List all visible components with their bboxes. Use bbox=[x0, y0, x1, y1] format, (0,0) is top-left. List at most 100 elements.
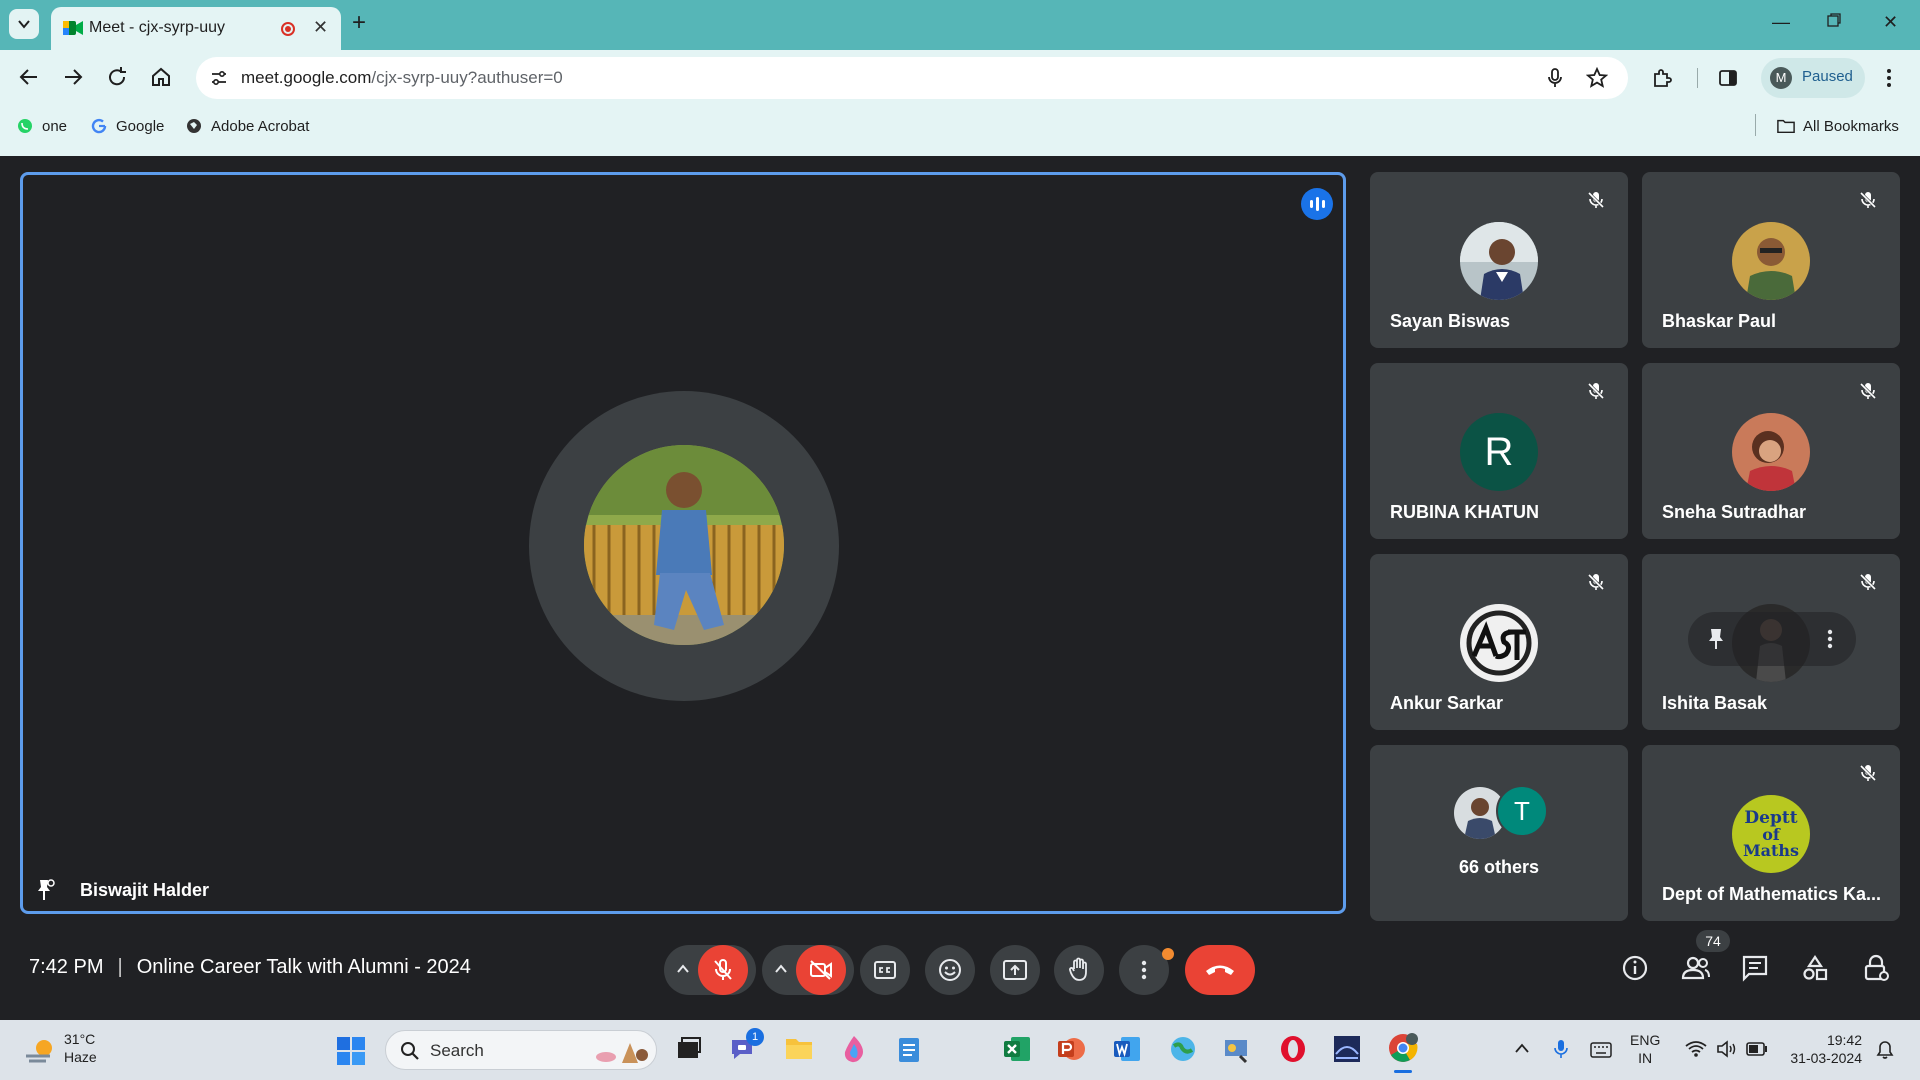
site-settings-icon[interactable] bbox=[210, 69, 228, 87]
network-app-icon[interactable] bbox=[1332, 1034, 1362, 1064]
side-panel-icon[interactable] bbox=[1718, 68, 1738, 88]
browser-tab-meet[interactable]: Meet - cjx-syrp-uuy ✕ bbox=[51, 7, 341, 50]
globe-app-icon[interactable] bbox=[1168, 1034, 1198, 1064]
pin-icon[interactable] bbox=[1706, 627, 1726, 651]
new-tab-button[interactable]: + bbox=[352, 9, 366, 37]
mic-off-icon bbox=[1859, 764, 1877, 782]
chevron-up-icon[interactable] bbox=[676, 963, 690, 975]
tab-title: Meet - cjx-syrp-uuy bbox=[89, 19, 226, 36]
microphone-icon[interactable] bbox=[1546, 68, 1564, 88]
bookmark-one[interactable]: one bbox=[16, 117, 67, 135]
pin-icon[interactable] bbox=[34, 878, 56, 902]
others-tile[interactable]: T 66 others bbox=[1370, 745, 1628, 921]
participant-tile[interactable]: Sayan Biswas bbox=[1370, 172, 1628, 348]
wifi-icon[interactable] bbox=[1685, 1040, 1707, 1058]
task-view-icon[interactable] bbox=[674, 1034, 702, 1062]
microphone-toggle-button[interactable] bbox=[698, 945, 748, 995]
participant-logo-avatar bbox=[1460, 604, 1538, 682]
opera-icon[interactable] bbox=[1278, 1034, 1308, 1064]
control-panel-icon[interactable] bbox=[1222, 1034, 1252, 1064]
volume-icon[interactable] bbox=[1716, 1040, 1738, 1058]
notification-bell-icon[interactable] bbox=[1876, 1040, 1894, 1060]
present-screen-button[interactable] bbox=[990, 945, 1040, 995]
minimize-icon[interactable]: — bbox=[1772, 12, 1790, 33]
end-call-icon bbox=[1206, 965, 1234, 975]
participant-name: Sayan Biswas bbox=[1390, 311, 1511, 331]
microphone-in-use-icon[interactable] bbox=[1553, 1038, 1569, 1060]
all-bookmarks-label: All Bookmarks bbox=[1803, 117, 1899, 135]
weather-widget[interactable]: 31°C Haze bbox=[64, 1030, 97, 1066]
host-controls-icon[interactable] bbox=[1862, 954, 1890, 982]
word-icon[interactable] bbox=[1112, 1034, 1142, 1064]
home-icon[interactable] bbox=[150, 66, 172, 88]
excel-icon[interactable] bbox=[1002, 1034, 1032, 1064]
more-options-icon[interactable] bbox=[1826, 628, 1834, 650]
participant-avatar bbox=[1732, 413, 1810, 491]
taskbar-search[interactable]: Search bbox=[385, 1030, 657, 1070]
emoji-icon bbox=[939, 959, 961, 981]
participant-tile[interactable]: Deptt of Maths Dept of Mathematics Ka... bbox=[1642, 745, 1900, 921]
present-icon bbox=[1003, 960, 1027, 980]
language-region: IN bbox=[1638, 1050, 1653, 1066]
close-window-icon[interactable]: ✕ bbox=[1883, 12, 1898, 33]
raise-hand-button[interactable] bbox=[1054, 945, 1104, 995]
windows-start-icon[interactable] bbox=[336, 1036, 366, 1066]
speaker-avatar bbox=[584, 445, 784, 645]
chevron-up-icon[interactable] bbox=[774, 963, 788, 975]
tile-hover-controls bbox=[1688, 612, 1856, 666]
system-clock[interactable]: 19:42 31-03-2024 bbox=[1786, 1031, 1862, 1067]
participant-name: Bhaskar Paul bbox=[1662, 311, 1777, 331]
battery-icon[interactable] bbox=[1746, 1042, 1768, 1056]
file-explorer-icon[interactable] bbox=[784, 1034, 814, 1062]
chat-notification-badge: 1 bbox=[746, 1028, 764, 1046]
bookmark-google[interactable]: Google bbox=[90, 117, 164, 135]
camera-toggle-button[interactable] bbox=[796, 945, 846, 995]
bookmark-label: one bbox=[42, 117, 68, 135]
notepad-icon[interactable] bbox=[896, 1034, 922, 1064]
chrome-menu-icon[interactable] bbox=[1885, 67, 1893, 89]
chrome-taskbar-icon[interactable] bbox=[1387, 1032, 1419, 1064]
mic-off-icon bbox=[1587, 191, 1605, 209]
participant-tile[interactable]: Ankur Sarkar bbox=[1370, 554, 1628, 730]
powerpoint-icon[interactable] bbox=[1056, 1034, 1086, 1064]
weather-icon[interactable] bbox=[24, 1036, 56, 1066]
leave-call-button[interactable] bbox=[1185, 945, 1255, 995]
tab-close-icon[interactable]: ✕ bbox=[313, 17, 328, 38]
profile-button[interactable]: M Paused bbox=[1761, 58, 1865, 98]
language-code: ENG bbox=[1630, 1032, 1661, 1048]
bookmark-star-icon[interactable] bbox=[1586, 67, 1608, 89]
back-arrow-icon[interactable] bbox=[18, 66, 40, 88]
speaking-indicator-icon bbox=[1301, 188, 1333, 220]
forward-arrow-icon[interactable] bbox=[62, 66, 84, 88]
participant-name: Ishita Basak bbox=[1662, 693, 1768, 713]
reactions-button[interactable] bbox=[925, 945, 975, 995]
chat-icon[interactable] bbox=[1741, 954, 1769, 982]
meeting-details-icon[interactable] bbox=[1621, 954, 1649, 982]
show-hidden-icons-chevron-icon[interactable] bbox=[1514, 1042, 1530, 1054]
profile-avatar: M bbox=[1770, 67, 1792, 89]
mic-off-icon bbox=[1859, 382, 1877, 400]
bookmark-adobe-acrobat[interactable]: Adobe Acrobat bbox=[185, 117, 309, 135]
hand-icon bbox=[1069, 957, 1087, 981]
people-icon[interactable] bbox=[1681, 954, 1711, 982]
participant-tile[interactable]: Sneha Sutradhar bbox=[1642, 363, 1900, 539]
meet-favicon-icon bbox=[63, 21, 83, 35]
restore-icon[interactable] bbox=[1826, 12, 1842, 28]
language-indicator[interactable]: ENG IN bbox=[1630, 1031, 1660, 1067]
address-bar[interactable]: meet.google.com/cjx-syrp-uuy?authuser=0 bbox=[196, 57, 1628, 99]
captions-button[interactable] bbox=[860, 945, 910, 995]
camera-off-icon bbox=[810, 960, 832, 980]
participant-tile[interactable]: Bhaskar Paul bbox=[1642, 172, 1900, 348]
toolbar-divider bbox=[1697, 68, 1698, 88]
participant-tile[interactable]: R RUBINA KHATUN bbox=[1370, 363, 1628, 539]
chevron-down-icon bbox=[18, 20, 30, 29]
tab-search-button[interactable] bbox=[9, 9, 39, 39]
keyboard-icon[interactable] bbox=[1590, 1042, 1612, 1058]
activities-icon[interactable] bbox=[1801, 954, 1829, 982]
reload-icon[interactable] bbox=[106, 66, 128, 88]
extensions-icon[interactable] bbox=[1651, 67, 1673, 89]
app-flame-icon[interactable] bbox=[840, 1034, 868, 1064]
dept-logo-avatar: Deptt of Maths bbox=[1732, 795, 1810, 873]
participant-tile[interactable]: Ishita Basak bbox=[1642, 554, 1900, 730]
all-bookmarks-button[interactable]: All Bookmarks bbox=[1777, 117, 1899, 135]
